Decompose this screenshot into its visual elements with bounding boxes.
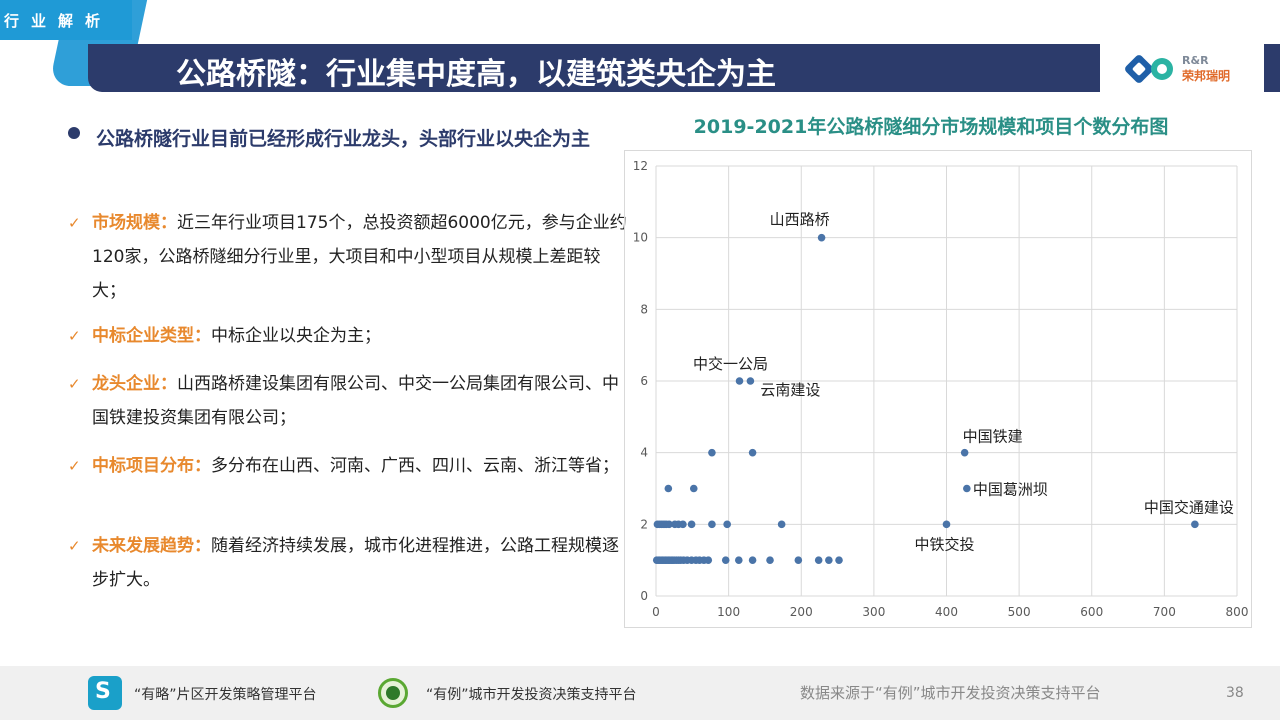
list-item: ✓ 未来发展趋势：随着经济持续发展，城市化进程推进，公路工程规模逐步扩大。 (68, 529, 628, 597)
x-tick-label: 800 (1226, 605, 1249, 619)
list-item: ✓ 龙头企业：山西路桥建设集团有限公司、中交一公局集团有限公司、中国铁建投资集团… (68, 367, 628, 435)
data-point (735, 377, 744, 385)
x-tick-label: 200 (790, 605, 813, 619)
data-point (835, 556, 843, 564)
title-bar-end (1264, 44, 1280, 92)
data-point (814, 556, 823, 564)
data-point (748, 556, 757, 564)
bullet-dot-icon (68, 127, 80, 139)
youlue-app-icon: S (88, 676, 122, 710)
data-point (794, 556, 803, 564)
platform-2-label: “有例”城市开发投资决策支持平台 (426, 687, 637, 703)
youli-app-icon (378, 678, 408, 708)
page-title: 公路桥隧：行业集中度高，以建筑类央企为主 (176, 57, 776, 92)
data-point (704, 556, 713, 564)
data-point (708, 448, 716, 457)
logo-text-en: R&R (1182, 54, 1209, 67)
y-tick-label: 8 (640, 302, 648, 316)
data-point (708, 520, 716, 529)
item-label: 未来发展趋势： (92, 536, 211, 556)
data-point (817, 233, 826, 242)
x-tick-label: 300 (862, 605, 885, 619)
data-point (746, 377, 755, 385)
point-label: 中交一公局 (693, 355, 768, 373)
point-label: 中铁交投 (914, 535, 974, 553)
x-tick-label: 700 (1153, 605, 1176, 619)
data-point (664, 484, 673, 493)
logo-mark-icon (1125, 55, 1173, 83)
item-text: 中标企业以央企为主； (211, 326, 381, 346)
x-tick-label: 500 (1008, 605, 1031, 619)
data-point (689, 484, 698, 493)
y-tick-label: 6 (640, 374, 648, 388)
data-point (825, 556, 833, 564)
data-point (721, 556, 730, 564)
item-label: 市场规模： (92, 213, 177, 233)
y-tick-label: 2 (640, 517, 648, 531)
data-point (960, 448, 969, 457)
point-label: 中国交通建设 (1144, 498, 1234, 516)
data-point (687, 520, 696, 529)
data-point (963, 484, 971, 493)
y-tick-label: 4 (640, 446, 648, 460)
data-source: 数据来源于“有例”城市开发投资决策支持平台 (800, 684, 1101, 702)
data-point (679, 520, 687, 529)
data-point (734, 556, 743, 564)
data-point (748, 448, 757, 457)
y-tick-label: 10 (633, 231, 648, 245)
section-tag: 行业解析 (0, 0, 132, 40)
main-bullet-text: 公路桥隧行业目前已经形成行业龙头，头部行业以央企为主 (96, 128, 591, 150)
data-point (766, 556, 774, 564)
checkmark-icon: ✓ (68, 327, 81, 345)
point-label: 山西路桥 (770, 211, 830, 229)
item-label: 龙头企业： (92, 374, 177, 394)
item-text: 多分布在山西、河南、广西、四川、云南、浙江等省； (211, 456, 619, 476)
data-point (777, 520, 786, 529)
logo-text-cn: 荣邦瑞明 (1182, 69, 1231, 83)
checkmark-icon: ✓ (68, 537, 81, 555)
item-label: 中标企业类型： (92, 326, 211, 346)
point-label: 中国铁建 (963, 428, 1023, 446)
x-tick-label: 400 (935, 605, 958, 619)
point-label: 中国葛洲坝 (973, 481, 1048, 499)
list-item: ✓ 市场规模：近三年行业项目175个，总投资额超6000亿元，参与企业约120家… (68, 206, 628, 308)
item-label: 中标项目分布： (92, 456, 211, 476)
slide: 行业解析 公路桥隧：行业集中度高，以建筑类央企为主 R&R 荣邦瑞明 公路桥隧行… (0, 0, 1280, 720)
main-bullet: 公路桥隧行业目前已经形成行业龙头，头部行业以央企为主 (68, 120, 628, 158)
data-point (942, 520, 951, 529)
page-number: 38 (1226, 685, 1244, 701)
data-point (723, 520, 731, 529)
x-tick-label: 600 (1080, 605, 1103, 619)
title-bar: 公路桥隧：行业集中度高，以建筑类央企为主 (88, 44, 1100, 92)
data-point (1191, 520, 1199, 529)
list-item: ✓ 中标项目分布：多分布在山西、河南、广西、四川、云南、浙江等省； (68, 449, 628, 483)
y-tick-label: 0 (640, 589, 648, 603)
platform-1-label: “有略”片区开发策略管理平台 (134, 687, 317, 703)
x-tick-label: 0 (652, 605, 660, 619)
x-tick-label: 100 (717, 605, 740, 619)
checkmark-icon: ✓ (68, 375, 81, 393)
section-tag-label: 行业解析 (4, 12, 113, 30)
y-tick-label: 12 (633, 159, 648, 173)
checkmark-icon: ✓ (68, 457, 81, 475)
list-item: ✓ 中标企业类型：中标企业以央企为主； (68, 319, 628, 353)
chart-title: 2019-2021年公路桥隧细分市场规模和项目个数分布图 (693, 116, 1169, 138)
chart-frame: 0 100 200 300 400 500 600 700 800 0 2 4 6 8 10 12 山西路桥中交… (624, 150, 1252, 628)
scatter-chart: 0 100 200 300 400 500 600 700 800 0 2 4 6 8 10 12 山西路桥中交… (633, 159, 1249, 619)
checkmark-icon: ✓ (68, 214, 81, 232)
point-label: 云南建设 (760, 381, 820, 399)
company-logo: R&R 荣邦瑞明 (1124, 52, 1244, 92)
